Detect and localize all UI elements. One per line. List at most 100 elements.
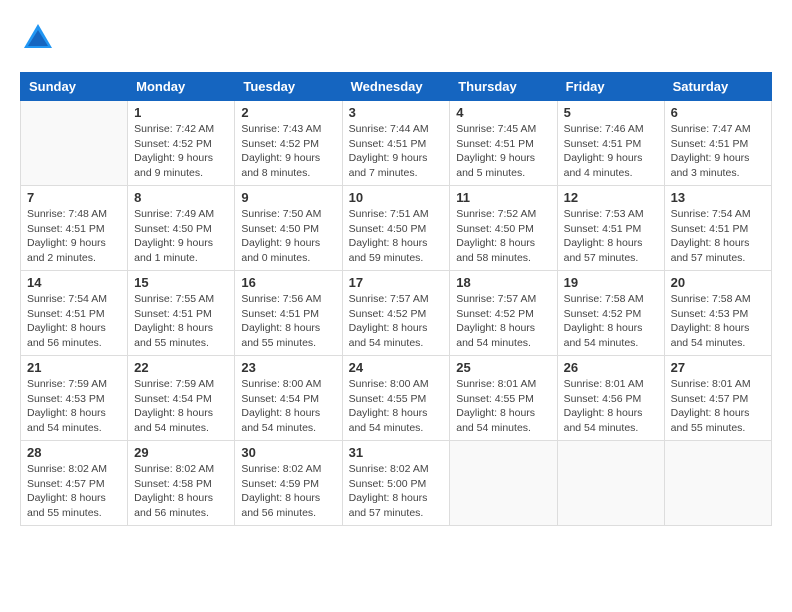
day-info: Sunrise: 7:42 AM Sunset: 4:52 PM Dayligh… xyxy=(134,122,228,181)
day-info: Sunrise: 7:56 AM Sunset: 4:51 PM Dayligh… xyxy=(241,292,335,351)
calendar-cell: 21 Sunrise: 7:59 AM Sunset: 4:53 PM Dayli… xyxy=(21,356,128,441)
logo xyxy=(20,20,60,56)
calendar-cell: 3 Sunrise: 7:44 AM Sunset: 4:51 PM Daylig… xyxy=(342,101,450,186)
day-number: 23 xyxy=(241,360,335,375)
calendar-header-wednesday: Wednesday xyxy=(342,73,450,101)
calendar-cell: 26 Sunrise: 8:01 AM Sunset: 4:56 PM Dayli… xyxy=(557,356,664,441)
calendar-cell: 5 Sunrise: 7:46 AM Sunset: 4:51 PM Daylig… xyxy=(557,101,664,186)
day-number: 27 xyxy=(671,360,765,375)
calendar-cell: 15Sunrise: 7:55 AM Sunset: 4:51 PM Dayli… xyxy=(128,271,235,356)
day-number: 13 xyxy=(671,190,765,205)
calendar-cell: 29 Sunrise: 8:02 AM Sunset: 4:58 PM Dayli… xyxy=(128,441,235,526)
day-number: 14 xyxy=(27,275,121,290)
day-info: Sunrise: 8:02 AM Sunset: 4:57 PM Dayligh… xyxy=(27,462,121,521)
day-info: Sunrise: 8:02 AM Sunset: 4:59 PM Dayligh… xyxy=(241,462,335,521)
day-info: Sunrise: 7:53 AM Sunset: 4:51 PM Dayligh… xyxy=(564,207,658,266)
calendar-cell: 30 Sunrise: 8:02 AM Sunset: 4:59 PM Dayli… xyxy=(235,441,342,526)
day-info: Sunrise: 7:49 AM Sunset: 4:50 PM Dayligh… xyxy=(134,207,228,266)
calendar-table: SundayMondayTuesdayWednesdayThursdayFrid… xyxy=(20,72,772,526)
day-info: Sunrise: 7:52 AM Sunset: 4:50 PM Dayligh… xyxy=(456,207,550,266)
week-row-4: 21 Sunrise: 7:59 AM Sunset: 4:53 PM Dayli… xyxy=(21,356,772,441)
day-number: 18 xyxy=(456,275,550,290)
calendar-cell: 25 Sunrise: 8:01 AM Sunset: 4:55 PM Dayli… xyxy=(450,356,557,441)
calendar-cell: 18Sunrise: 7:57 AM Sunset: 4:52 PM Dayli… xyxy=(450,271,557,356)
calendar-header-friday: Friday xyxy=(557,73,664,101)
calendar-cell: 23 Sunrise: 8:00 AM Sunset: 4:54 PM Dayli… xyxy=(235,356,342,441)
day-number: 10 xyxy=(349,190,444,205)
day-info: Sunrise: 8:01 AM Sunset: 4:57 PM Dayligh… xyxy=(671,377,765,436)
calendar-header-tuesday: Tuesday xyxy=(235,73,342,101)
calendar-header-thursday: Thursday xyxy=(450,73,557,101)
day-info: Sunrise: 8:01 AM Sunset: 4:55 PM Dayligh… xyxy=(456,377,550,436)
day-number: 25 xyxy=(456,360,550,375)
calendar-header-row: SundayMondayTuesdayWednesdayThursdayFrid… xyxy=(21,73,772,101)
calendar-cell: 24 Sunrise: 8:00 AM Sunset: 4:55 PM Dayli… xyxy=(342,356,450,441)
day-number: 3 xyxy=(349,105,444,120)
day-number: 24 xyxy=(349,360,444,375)
day-number: 22 xyxy=(134,360,228,375)
day-info: Sunrise: 7:57 AM Sunset: 4:52 PM Dayligh… xyxy=(349,292,444,351)
calendar-cell: 6 Sunrise: 7:47 AM Sunset: 4:51 PM Daylig… xyxy=(664,101,771,186)
day-number: 5 xyxy=(564,105,658,120)
day-number: 19 xyxy=(564,275,658,290)
day-info: Sunrise: 8:00 AM Sunset: 4:54 PM Dayligh… xyxy=(241,377,335,436)
day-number: 8 xyxy=(134,190,228,205)
calendar-cell: 1 Sunrise: 7:42 AM Sunset: 4:52 PM Daylig… xyxy=(128,101,235,186)
day-number: 17 xyxy=(349,275,444,290)
day-number: 26 xyxy=(564,360,658,375)
day-info: Sunrise: 7:54 AM Sunset: 4:51 PM Dayligh… xyxy=(27,292,121,351)
calendar-cell: 31Sunrise: 8:02 AM Sunset: 5:00 PM Dayli… xyxy=(342,441,450,526)
day-info: Sunrise: 7:58 AM Sunset: 4:53 PM Dayligh… xyxy=(671,292,765,351)
day-number: 6 xyxy=(671,105,765,120)
day-info: Sunrise: 8:00 AM Sunset: 4:55 PM Dayligh… xyxy=(349,377,444,436)
week-row-2: 7 Sunrise: 7:48 AM Sunset: 4:51 PM Daylig… xyxy=(21,186,772,271)
calendar-cell: 14 Sunrise: 7:54 AM Sunset: 4:51 PM Dayli… xyxy=(21,271,128,356)
day-number: 1 xyxy=(134,105,228,120)
day-info: Sunrise: 7:51 AM Sunset: 4:50 PM Dayligh… xyxy=(349,207,444,266)
day-info: Sunrise: 7:46 AM Sunset: 4:51 PM Dayligh… xyxy=(564,122,658,181)
calendar-cell: 12Sunrise: 7:53 AM Sunset: 4:51 PM Dayli… xyxy=(557,186,664,271)
day-number: 30 xyxy=(241,445,335,460)
day-number: 15 xyxy=(134,275,228,290)
day-info: Sunrise: 7:45 AM Sunset: 4:51 PM Dayligh… xyxy=(456,122,550,181)
calendar-cell: 7 Sunrise: 7:48 AM Sunset: 4:51 PM Daylig… xyxy=(21,186,128,271)
day-number: 28 xyxy=(27,445,121,460)
calendar-cell: 13 Sunrise: 7:54 AM Sunset: 4:51 PM Dayli… xyxy=(664,186,771,271)
calendar-cell: 19Sunrise: 7:58 AM Sunset: 4:52 PM Dayli… xyxy=(557,271,664,356)
week-row-5: 28 Sunrise: 8:02 AM Sunset: 4:57 PM Dayli… xyxy=(21,441,772,526)
day-number: 29 xyxy=(134,445,228,460)
day-info: Sunrise: 7:44 AM Sunset: 4:51 PM Dayligh… xyxy=(349,122,444,181)
day-info: Sunrise: 7:59 AM Sunset: 4:54 PM Dayligh… xyxy=(134,377,228,436)
day-info: Sunrise: 7:54 AM Sunset: 4:51 PM Dayligh… xyxy=(671,207,765,266)
page-header xyxy=(20,20,772,56)
day-info: Sunrise: 8:02 AM Sunset: 4:58 PM Dayligh… xyxy=(134,462,228,521)
calendar-cell: 16Sunrise: 7:56 AM Sunset: 4:51 PM Dayli… xyxy=(235,271,342,356)
calendar-cell: 10 Sunrise: 7:51 AM Sunset: 4:50 PM Dayli… xyxy=(342,186,450,271)
calendar-header-saturday: Saturday xyxy=(664,73,771,101)
calendar-cell: 4Sunrise: 7:45 AM Sunset: 4:51 PM Daylig… xyxy=(450,101,557,186)
day-number: 9 xyxy=(241,190,335,205)
calendar-cell: 8 Sunrise: 7:49 AM Sunset: 4:50 PM Daylig… xyxy=(128,186,235,271)
day-info: Sunrise: 7:50 AM Sunset: 4:50 PM Dayligh… xyxy=(241,207,335,266)
day-info: Sunrise: 7:59 AM Sunset: 4:53 PM Dayligh… xyxy=(27,377,121,436)
logo-icon xyxy=(20,20,56,56)
calendar-cell xyxy=(450,441,557,526)
day-info: Sunrise: 8:01 AM Sunset: 4:56 PM Dayligh… xyxy=(564,377,658,436)
calendar-cell: 22 Sunrise: 7:59 AM Sunset: 4:54 PM Dayli… xyxy=(128,356,235,441)
day-number: 2 xyxy=(241,105,335,120)
day-info: Sunrise: 8:02 AM Sunset: 5:00 PM Dayligh… xyxy=(349,462,444,521)
day-info: Sunrise: 7:47 AM Sunset: 4:51 PM Dayligh… xyxy=(671,122,765,181)
week-row-1: 1 Sunrise: 7:42 AM Sunset: 4:52 PM Daylig… xyxy=(21,101,772,186)
calendar-cell: 20 Sunrise: 7:58 AM Sunset: 4:53 PM Dayli… xyxy=(664,271,771,356)
day-number: 7 xyxy=(27,190,121,205)
calendar-cell: 28 Sunrise: 8:02 AM Sunset: 4:57 PM Dayli… xyxy=(21,441,128,526)
day-number: 21 xyxy=(27,360,121,375)
calendar-cell xyxy=(557,441,664,526)
day-info: Sunrise: 7:48 AM Sunset: 4:51 PM Dayligh… xyxy=(27,207,121,266)
day-number: 11 xyxy=(456,190,550,205)
calendar-cell xyxy=(21,101,128,186)
calendar-header-monday: Monday xyxy=(128,73,235,101)
day-number: 20 xyxy=(671,275,765,290)
calendar-cell: 9 Sunrise: 7:50 AM Sunset: 4:50 PM Daylig… xyxy=(235,186,342,271)
week-row-3: 14 Sunrise: 7:54 AM Sunset: 4:51 PM Dayli… xyxy=(21,271,772,356)
